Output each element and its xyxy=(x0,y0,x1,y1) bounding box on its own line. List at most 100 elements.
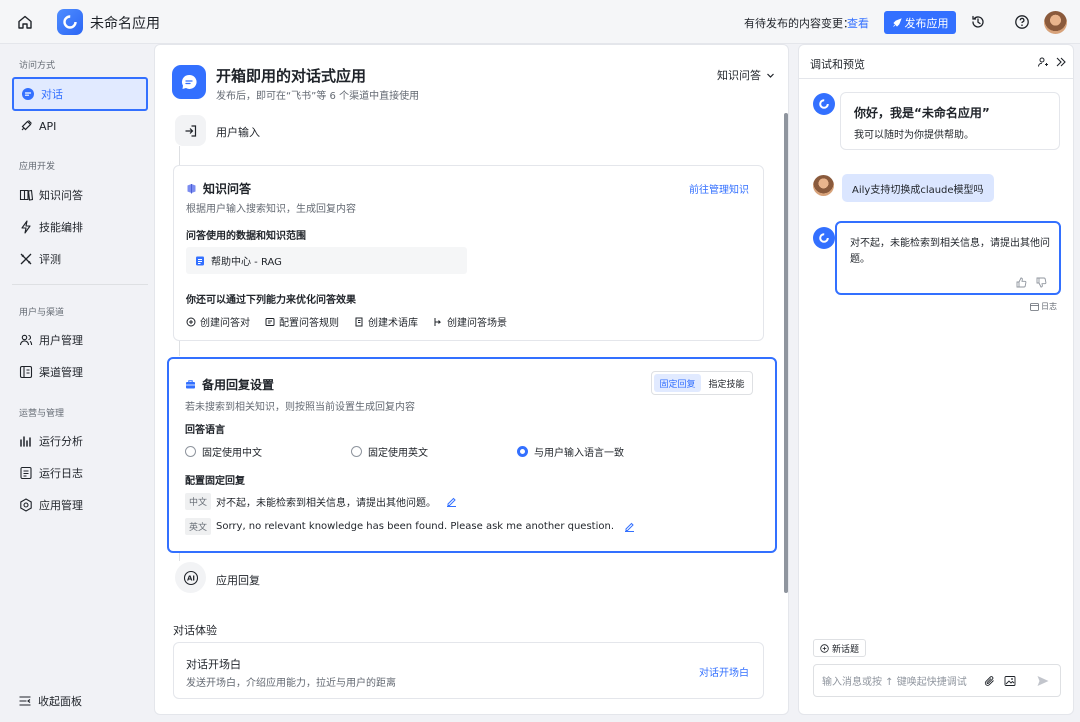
create-qa-pair-button[interactable]: 创建问答对 xyxy=(186,314,250,329)
sidebar-item-user-mgmt[interactable]: 用户管理 xyxy=(12,324,148,356)
radio-chinese[interactable]: 固定使用中文 xyxy=(185,444,351,459)
bar-chart-icon xyxy=(19,434,33,448)
fallback-reply-desc: 若未搜索到相关知识，则按照当前设置生成回复内容 xyxy=(185,402,415,413)
knowledge-icon xyxy=(186,183,197,194)
log-link[interactable]: 日志 xyxy=(1030,301,1057,312)
zh-tag: 中文 xyxy=(185,493,212,510)
option-label: 配置问答规则 xyxy=(279,318,339,329)
sidebar-item-analytics[interactable]: 运行分析 xyxy=(12,425,148,457)
calendar-icon xyxy=(1030,302,1039,311)
option-label: 创建问答对 xyxy=(200,318,250,329)
knowledge-qa-title: 知识问答 xyxy=(186,180,251,197)
radio-circle-selected xyxy=(517,446,528,457)
config-qa-rules-button[interactable]: 配置问答规则 xyxy=(265,314,339,329)
radio-english[interactable]: 固定使用英文 xyxy=(351,444,517,459)
expand-icon[interactable] xyxy=(1055,56,1067,68)
svg-text:AI: AI xyxy=(186,574,194,582)
manage-knowledge-link[interactable]: 前往管理知识 xyxy=(689,181,749,196)
users-icon xyxy=(19,333,33,347)
scrollbar[interactable] xyxy=(784,113,788,593)
sidebar-item-api[interactable]: API xyxy=(12,110,148,142)
sidebar-item-label: 评测 xyxy=(39,253,61,266)
sidebar-item-eval[interactable]: 评测 xyxy=(12,243,148,275)
sidebar-item-label: 技能编排 xyxy=(39,221,83,234)
send-icon[interactable] xyxy=(1036,674,1050,688)
log-label: 日志 xyxy=(1041,302,1057,311)
new-topic-button[interactable]: 新话题 xyxy=(813,639,867,657)
chat-app-icon xyxy=(172,65,206,99)
sidebar-item-skills[interactable]: 技能编排 xyxy=(12,211,148,243)
home-icon[interactable] xyxy=(16,13,34,31)
help-icon[interactable] xyxy=(1013,13,1031,31)
app-reply-node-icon: AI xyxy=(175,562,206,593)
sidebar-item-label: 渠道管理 xyxy=(39,366,83,379)
message-input-placeholder: 输入消息或按 ↑ 键唤起快捷调试 xyxy=(822,677,967,688)
main-panel: 开箱即用的对话式应用 发布后，即可在“飞书”等 6 个渠道中直接使用 知识问答 … xyxy=(154,44,789,715)
gear-icon xyxy=(19,498,33,512)
publish-app-button[interactable]: 发布应用 xyxy=(884,11,956,34)
rules-icon xyxy=(265,317,275,327)
opening-link[interactable]: 对话开场白 xyxy=(699,664,749,679)
lightning-icon xyxy=(19,220,33,234)
answer-language-label: 回答语言 xyxy=(185,425,225,436)
edit-icon[interactable] xyxy=(446,496,457,507)
specified-skill-tab[interactable]: 指定技能 xyxy=(703,374,750,392)
mode-dropdown-label: 知识问答 xyxy=(717,69,761,82)
radio-follow-user[interactable]: 与用户输入语言一致 xyxy=(517,444,624,459)
sidebar-item-knowledge[interactable]: 知识问答 xyxy=(12,179,148,211)
app-logo-icon xyxy=(57,9,83,35)
en-reply-row: 英文 Sorry, no relevant knowledge has been… xyxy=(185,518,635,535)
glossary-icon xyxy=(354,317,364,327)
preview-panel: 调试和预览 你好，我是“未命名应用” 我可以随时为你提供帮助。 Aily支持切换… xyxy=(798,44,1074,715)
knowledge-qa-title-text: 知识问答 xyxy=(203,182,252,196)
sidebar-item-logs[interactable]: 运行日志 xyxy=(12,457,148,489)
app-name: 未命名应用 xyxy=(90,16,160,32)
mode-dropdown[interactable]: 知识问答 xyxy=(717,67,775,83)
bot-reply-bubble: 对不起，未能检索到相关信息，请提出其他问题。 xyxy=(835,221,1061,295)
sidebar-group-dev: 应用开发 xyxy=(19,162,56,172)
sidebar-item-chat[interactable]: 对话 xyxy=(12,77,148,111)
page-title: 开箱即用的对话式应用 xyxy=(216,67,367,85)
sidebar-divider xyxy=(12,284,148,285)
document-icon xyxy=(195,256,205,266)
user-switch-icon[interactable] xyxy=(1037,56,1049,68)
opening-desc: 发送开场白，介绍应用能力，拉近与用户的距离 xyxy=(186,678,396,689)
reply-mode-segmented: 固定回复 指定技能 xyxy=(651,371,753,395)
collapse-panel-button[interactable]: 收起面板 xyxy=(18,693,82,709)
opening-title: 对话开场白 xyxy=(186,658,241,671)
radio-label: 固定使用中文 xyxy=(202,448,262,459)
sidebar-item-label: 运行日志 xyxy=(39,467,83,480)
user-avatar[interactable] xyxy=(1044,11,1067,34)
sidebar-item-app-mgmt[interactable]: 应用管理 xyxy=(12,489,148,521)
preview-title: 调试和预览 xyxy=(810,58,865,71)
knowledge-base-chip[interactable]: 帮助中心 - RAG xyxy=(186,247,467,274)
collapse-icon xyxy=(18,694,32,708)
fallback-reply-title: 备用回复设置 xyxy=(185,376,274,393)
zh-reply-text: 对不起，未能检索到相关信息，请提出其他问题。 xyxy=(216,498,437,509)
sidebar-item-channel-mgmt[interactable]: 渠道管理 xyxy=(12,356,148,388)
user-avatar xyxy=(813,175,834,196)
thumbs-down-icon[interactable] xyxy=(1036,277,1047,288)
message-input[interactable]: 输入消息或按 ↑ 键唤起快捷调试 xyxy=(813,664,1061,697)
knowledge-qa-desc: 根据用户输入搜索知识，生成回复内容 xyxy=(186,204,356,215)
history-icon[interactable] xyxy=(969,13,987,31)
greeting-title: 你好，我是“未命名应用” xyxy=(854,106,990,120)
briefcase-icon xyxy=(185,379,196,390)
thumbs-up-icon[interactable] xyxy=(1016,277,1027,288)
fixed-reply-tab[interactable]: 固定回复 xyxy=(654,374,701,392)
create-qa-scene-button[interactable]: 创建问答场景 xyxy=(433,314,507,329)
view-changes-link[interactable]: 查看 xyxy=(847,15,869,31)
user-input-node-icon xyxy=(175,115,206,146)
sidebar-item-label: 运行分析 xyxy=(39,435,83,448)
create-glossary-button[interactable]: 创建术语库 xyxy=(354,314,418,329)
optimize-options: 创建问答对 配置问答规则 创建术语库 创建问答场景 xyxy=(186,314,507,329)
publish-app-label: 发布应用 xyxy=(904,16,949,30)
user-message: Aily支持切换成claude模型吗 xyxy=(842,174,994,202)
app-reply-label: 应用回复 xyxy=(216,574,260,587)
edit-icon[interactable] xyxy=(624,521,635,532)
image-icon[interactable] xyxy=(1004,675,1016,687)
attachment-icon[interactable] xyxy=(984,675,996,687)
user-input-label: 用户输入 xyxy=(216,126,260,139)
flow-connector xyxy=(179,340,180,356)
plus-circle-icon xyxy=(820,643,829,653)
